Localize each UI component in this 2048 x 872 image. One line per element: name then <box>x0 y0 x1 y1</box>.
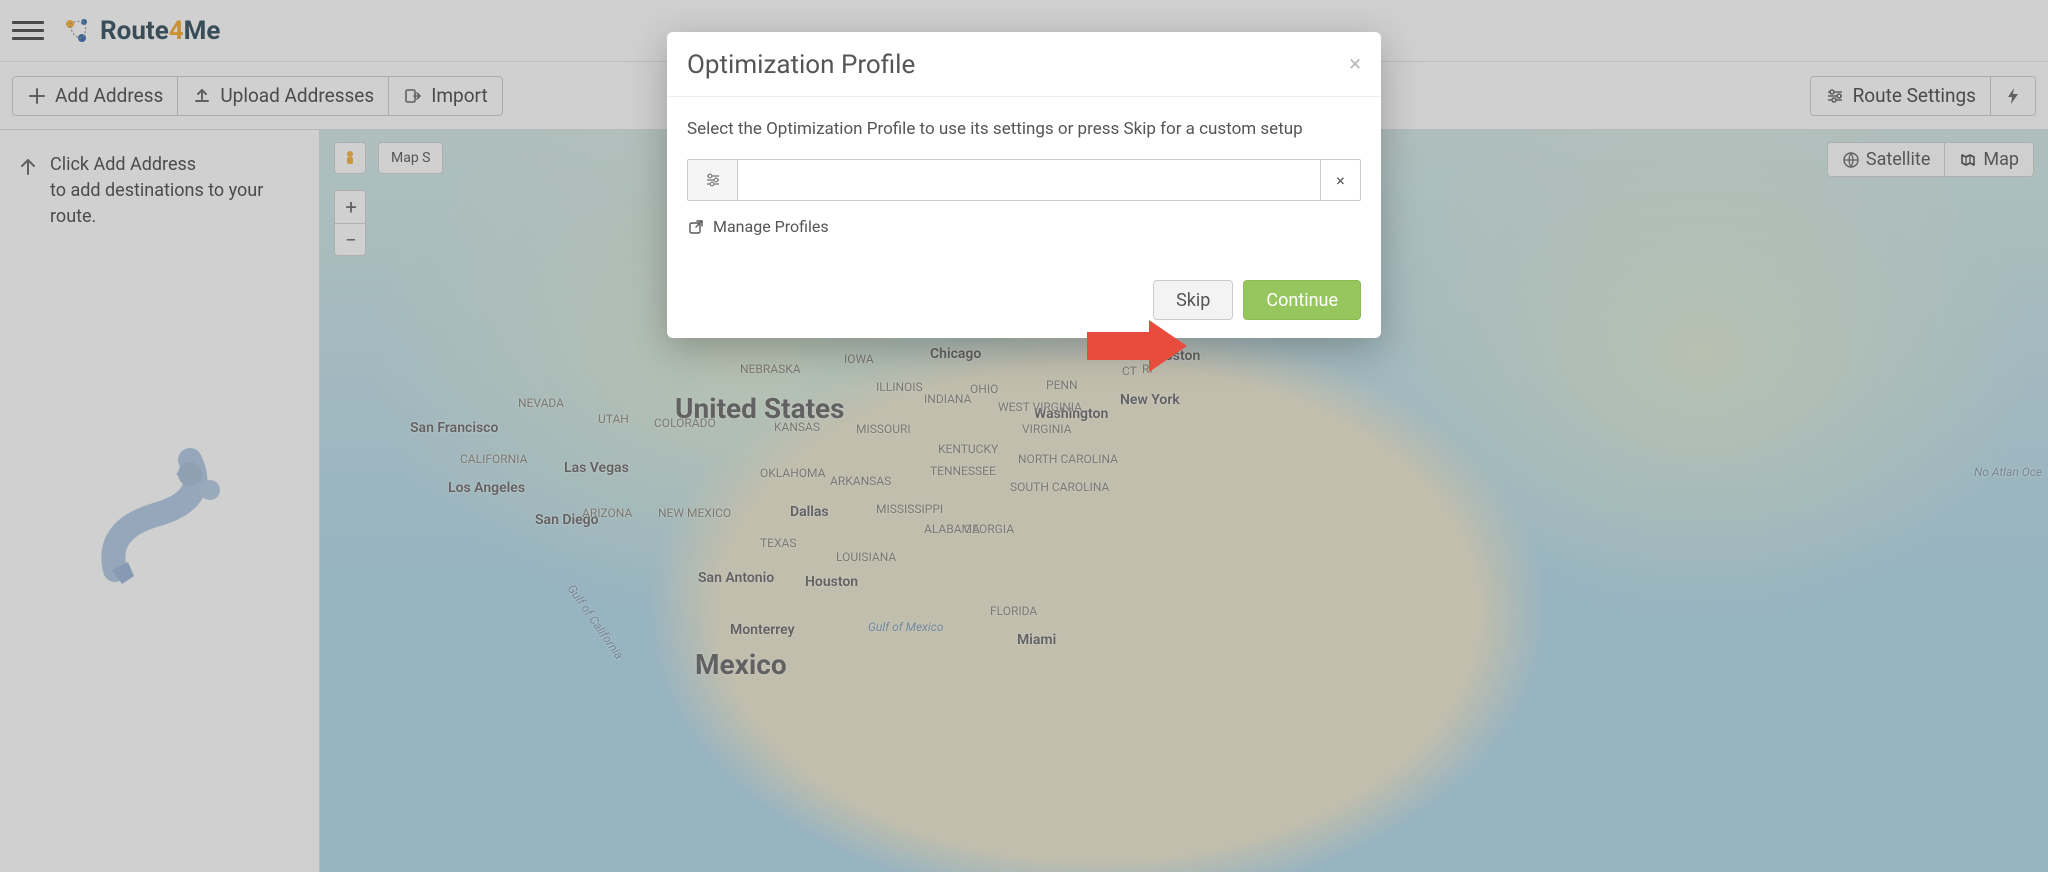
optimization-profile-modal: Optimization Profile × Select the Optimi… <box>667 32 1381 338</box>
continue-button[interactable]: Continue <box>1243 280 1361 320</box>
profile-select-input[interactable] <box>738 160 1320 200</box>
profile-clear-button[interactable]: × <box>1320 160 1360 200</box>
manage-profiles-link[interactable]: Manage Profiles <box>713 217 829 236</box>
modal-close-button[interactable]: × <box>1349 54 1361 76</box>
close-icon: × <box>1349 52 1361 77</box>
modal-title: Optimization Profile <box>687 50 915 80</box>
profile-settings-icon <box>688 160 738 200</box>
skip-button[interactable]: Skip <box>1153 280 1233 320</box>
close-icon: × <box>1336 171 1345 190</box>
modal-instruction: Select the Optimization Profile to use i… <box>687 119 1361 139</box>
external-link-icon <box>687 218 705 236</box>
